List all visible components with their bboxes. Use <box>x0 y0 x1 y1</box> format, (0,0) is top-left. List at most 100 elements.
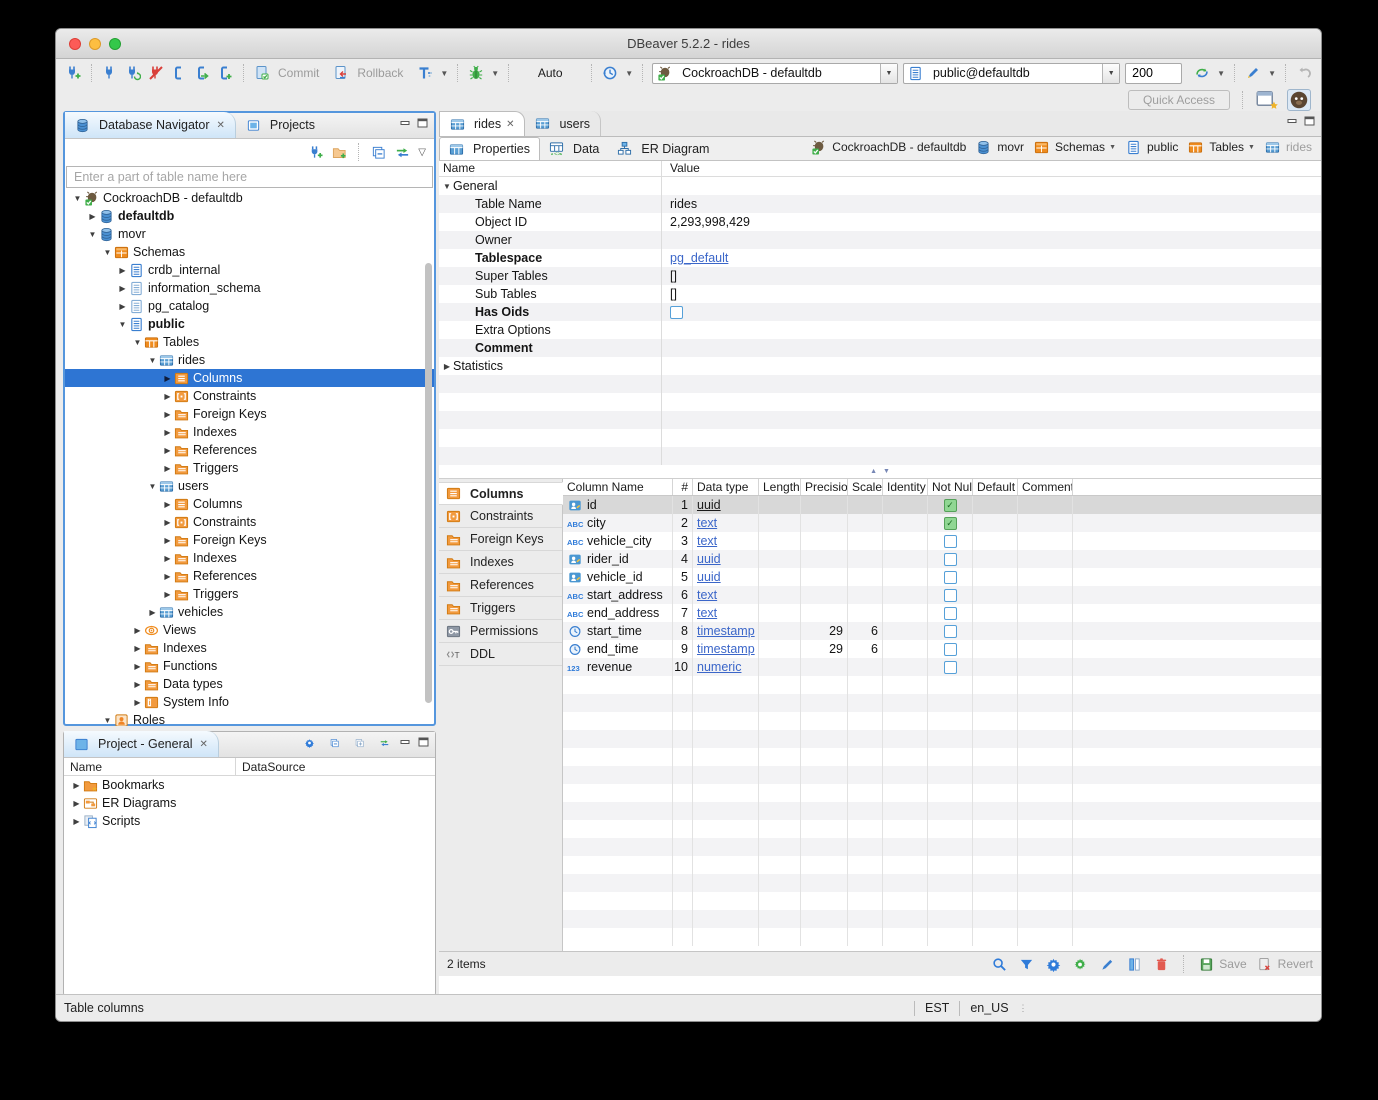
tree-item-triggers[interactable]: ▶ Triggers <box>65 459 434 477</box>
collapse-all-icon[interactable] <box>325 734 343 752</box>
expand-arrow-icon[interactable]: ▶ <box>146 608 159 617</box>
sash-up-icon[interactable]: ▲ <box>870 468 877 475</box>
expand-arrow-icon[interactable]: ▶ <box>131 626 144 635</box>
tree-item-constraints[interactable]: ▶ Constraints <box>65 513 434 531</box>
rollback-icon[interactable] <box>332 64 350 82</box>
data-type-link[interactable]: uuid <box>697 552 721 566</box>
tab-er-diagram[interactable]: ER Diagram <box>608 137 718 160</box>
expand-all-icon[interactable] <box>350 734 368 752</box>
transaction-mode-caret-icon[interactable]: ▼ <box>440 69 448 78</box>
tree-item-defaultdb[interactable]: ▶ defaultdb <box>65 207 434 225</box>
detail-tab-foreign-keys[interactable]: Foreign Keys <box>439 528 562 551</box>
column-header-default[interactable]: Default <box>973 479 1018 495</box>
data-type-link[interactable]: uuid <box>697 570 721 584</box>
not-null-checkbox[interactable] <box>944 535 957 548</box>
tree-item-references[interactable]: ▶ References <box>65 441 434 459</box>
tree-item-foreign-keys[interactable]: ▶ Foreign Keys <box>65 405 434 423</box>
column-header-comment[interactable]: Comment <box>1018 479 1073 495</box>
detail-tab-indexes[interactable]: Indexes <box>439 551 562 574</box>
tree-item-functions[interactable]: ▶ Functions <box>65 657 434 675</box>
property-row-super-tables[interactable]: Super Tables[] <box>439 267 1321 285</box>
column-row-end-time[interactable]: end_time 9 timestamp 29 6 <box>563 640 1321 658</box>
expand-arrow-icon[interactable]: ▶ <box>161 590 174 599</box>
column-row-vehicle-id[interactable]: vehicle_id 5 uuid <box>563 568 1321 586</box>
tree-item-views[interactable]: ▶ Views <box>65 621 434 639</box>
not-null-checkbox[interactable]: ✓ <box>944 517 957 530</box>
expand-arrow-icon[interactable]: ▶ <box>116 302 129 311</box>
back-history-icon[interactable] <box>1295 64 1313 82</box>
property-row-general[interactable]: ▼General <box>439 177 1321 195</box>
column-header-precision[interactable]: Precision <box>801 479 848 495</box>
column-header-not-null[interactable]: Not Null <box>928 479 973 495</box>
tree-item-movr[interactable]: ▼ movr <box>65 225 434 243</box>
column-header-num[interactable]: # <box>673 479 693 495</box>
sql-editor-icon[interactable] <box>170 64 188 82</box>
breadcrumb-schemas[interactable]: Schemas▼ <box>1031 139 1119 155</box>
tree-item-crdb-internal[interactable]: ▶ crdb_internal <box>65 261 434 279</box>
splitter-sash[interactable]: ▲ ▼ <box>439 465 1321 478</box>
expand-arrow-icon[interactable]: ▶ <box>86 212 99 221</box>
tree-item-triggers[interactable]: ▶ Triggers <box>65 585 434 603</box>
expand-arrow-icon[interactable]: ▶ <box>70 781 83 790</box>
delete-icon[interactable] <box>1152 955 1170 973</box>
expand-arrow-icon[interactable]: ▶ <box>131 662 144 671</box>
open-sql-script-icon[interactable] <box>193 64 211 82</box>
connection-combo-dropdown-icon[interactable]: ▼ <box>880 64 897 83</box>
expand-arrow-icon[interactable]: ▶ <box>161 536 174 545</box>
tree-item-indexes[interactable]: ▶ Indexes <box>65 639 434 657</box>
property-row-sub-tables[interactable]: Sub Tables[] <box>439 285 1321 303</box>
tree-item-system-info[interactable]: ▶ i System Info <box>65 693 434 711</box>
timezone-indicator[interactable]: EST <box>925 1001 949 1015</box>
property-row-comment[interactable]: Comment <box>439 339 1321 357</box>
tree-item-rides[interactable]: ▼ rides <box>65 351 434 369</box>
quick-access-field[interactable]: Quick Access <box>1128 90 1230 110</box>
column-row-rider-id[interactable]: rider_id 4 uuid <box>563 550 1321 568</box>
column-row-start-time[interactable]: start_time 8 timestamp 29 6 <box>563 622 1321 640</box>
view-menu-icon[interactable]: ▽ <box>418 147 426 158</box>
tree-item-columns[interactable]: ▶ Columns <box>65 495 434 513</box>
column-row-city[interactable]: ABCcity 2 text ✓ <box>563 514 1321 532</box>
minimize-panel-icon[interactable] <box>400 734 411 752</box>
debug-icon[interactable] <box>467 64 485 82</box>
detail-tab-columns[interactable]: Columns <box>439 482 563 505</box>
minimize-panel-icon[interactable] <box>400 115 411 133</box>
new-sql-editor-icon[interactable] <box>216 64 234 82</box>
schema-combo[interactable]: public@defaultdb ▼ <box>903 63 1120 84</box>
data-type-link[interactable]: timestamp <box>697 642 755 656</box>
expand-arrow-icon[interactable]: ▶ <box>116 284 129 293</box>
property-row-tablespace[interactable]: Tablespacepg_default <box>439 249 1321 267</box>
save-button[interactable]: Save <box>1197 955 1246 973</box>
close-tab-icon[interactable]: ✕ <box>506 119 514 130</box>
expand-arrow-icon[interactable]: ▶ <box>131 644 144 653</box>
minimize-editor-icon[interactable] <box>1287 113 1298 131</box>
maximize-editor-icon[interactable] <box>1304 113 1315 131</box>
tree-item-constraints[interactable]: ▶ Constraints <box>65 387 434 405</box>
locale-indicator[interactable]: en_US <box>970 1001 1008 1015</box>
open-perspective-icon[interactable] <box>1255 89 1279 111</box>
detail-tab-permissions[interactable]: Permissions <box>439 620 562 643</box>
breadcrumb-rides[interactable]: rides <box>1262 139 1315 155</box>
tree-item-vehicles[interactable]: ▶ vehicles <box>65 603 434 621</box>
chevron-down-icon[interactable]: ▼ <box>1109 144 1116 151</box>
close-tab-icon[interactable]: ✕ <box>199 739 207 750</box>
reconnect-icon[interactable] <box>124 64 142 82</box>
chevron-down-icon[interactable]: ▼ <box>1248 144 1255 151</box>
tab-database-navigator[interactable]: Database Navigator ✕ <box>65 112 236 138</box>
tree-item-data-types[interactable]: ▶ Data types <box>65 675 434 693</box>
property-row-table-name[interactable]: Table Namerides <box>439 195 1321 213</box>
tree-item-users[interactable]: ▼ users <box>65 477 434 495</box>
pen-tool-icon[interactable] <box>1244 64 1262 82</box>
data-type-link[interactable]: text <box>697 534 717 548</box>
transaction-log-icon[interactable] <box>601 64 619 82</box>
sync-icon[interactable] <box>1193 64 1211 82</box>
tree-item-information-schema[interactable]: ▶ information_schema <box>65 279 434 297</box>
not-null-checkbox[interactable] <box>944 589 957 602</box>
row-limit-input[interactable] <box>1125 63 1182 84</box>
new-connection-icon[interactable] <box>64 64 82 82</box>
column-row-id[interactable]: id 1 uuid ✓ <box>563 496 1321 514</box>
pen-caret-icon[interactable]: ▼ <box>1268 69 1276 78</box>
sync-caret-icon[interactable]: ▼ <box>1217 69 1225 78</box>
rollback-button[interactable]: Rollback <box>357 66 403 80</box>
tree-item-public[interactable]: ▼ public <box>65 315 434 333</box>
expand-arrow-icon[interactable]: ▶ <box>441 362 453 371</box>
